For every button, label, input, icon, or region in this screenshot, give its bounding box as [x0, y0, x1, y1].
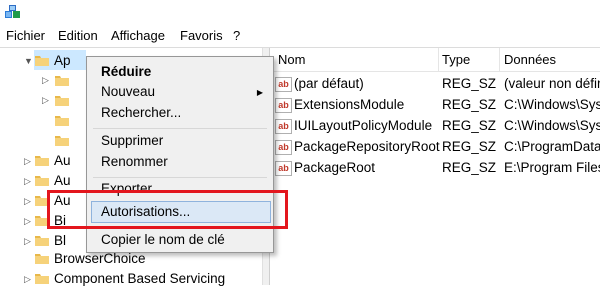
folder-icon [35, 253, 49, 264]
folder-icon [55, 75, 69, 86]
expand-icon[interactable]: ▷ [24, 176, 31, 187]
value-data: C:\Windows\Syst [504, 97, 600, 112]
title-bar [0, 0, 600, 24]
column-header-type[interactable]: Type [442, 52, 470, 67]
expand-icon[interactable]: ▷ [42, 95, 49, 106]
value-data: C:\ProgramData\ [504, 139, 600, 154]
tree-item[interactable] [54, 70, 74, 90]
string-value-icon: ab [275, 161, 292, 176]
expand-icon[interactable]: ▷ [24, 196, 31, 207]
list-item[interactable]: ab IUILayoutPolicyModule REG_SZ C:\Windo… [272, 116, 600, 137]
column-divider[interactable] [438, 48, 439, 72]
folder-icon [35, 195, 49, 206]
menu-separator [93, 177, 267, 178]
string-value-icon: ab [275, 140, 292, 155]
tree-item[interactable]: Au [34, 150, 71, 170]
menu-item-nouveau[interactable]: Nouveau [101, 84, 155, 99]
menu-item-reduire[interactable]: Réduire [101, 64, 151, 79]
tree-item-label: Au [54, 152, 71, 168]
tree-item-label: Bi [54, 212, 67, 228]
folder-icon [55, 135, 69, 146]
tree-item[interactable]: Bi [34, 210, 66, 230]
expand-icon[interactable]: ▷ [24, 274, 31, 285]
value-type: REG_SZ [442, 118, 497, 133]
tree-item[interactable]: Bl [34, 230, 66, 250]
menu-item-renommer[interactable]: Renommer [101, 154, 168, 169]
context-menu: Réduire Nouveau ▶ Rechercher... Supprime… [86, 56, 274, 253]
folder-icon [35, 175, 49, 186]
tree-item[interactable] [54, 90, 74, 110]
tree-item[interactable]: Au [34, 190, 71, 210]
tree-item[interactable]: Au [34, 170, 71, 190]
value-type: REG_SZ [442, 160, 497, 175]
folder-icon [35, 155, 49, 166]
tree-item-ap[interactable]: Ap [34, 50, 86, 70]
folder-icon [35, 215, 49, 226]
string-value-icon: ab [275, 98, 292, 113]
list-item[interactable]: ab PackageRepositoryRoot REG_SZ C:\Progr… [272, 137, 600, 158]
value-data: C:\Windows\Syst [504, 118, 600, 133]
menu-separator [93, 227, 267, 228]
folder-icon [55, 95, 69, 106]
column-divider[interactable] [499, 48, 500, 72]
list-item[interactable]: ab (par défaut) REG_SZ (valeur non défir [272, 74, 600, 95]
expand-icon[interactable]: ▷ [24, 236, 31, 247]
menu-fichier[interactable]: Fichier [6, 28, 45, 43]
menu-affichage[interactable]: Affichage [111, 28, 165, 43]
list-item[interactable]: ab PackageRoot REG_SZ E:\Program Files\ [272, 158, 600, 179]
value-name: ExtensionsModule [294, 97, 405, 112]
value-name: PackageRepositoryRoot [294, 139, 440, 154]
tree-item-label: Ap [54, 52, 71, 68]
menu-item-rechercher[interactable]: Rechercher... [101, 105, 181, 120]
tree-item[interactable] [54, 130, 74, 150]
menu-item-copier-nom-cle[interactable]: Copier le nom de clé [101, 232, 225, 247]
menu-item-exporter[interactable]: Exporter [101, 181, 152, 196]
menu-help[interactable]: ? [233, 28, 240, 43]
value-type: REG_SZ [442, 76, 497, 91]
column-header-donnees[interactable]: Données [504, 52, 556, 67]
value-data: E:\Program Files\ [504, 160, 600, 175]
list-item[interactable]: ab ExtensionsModule REG_SZ C:\Windows\Sy… [272, 95, 600, 116]
value-type: REG_SZ [442, 97, 497, 112]
tree-item-label: Bl [54, 232, 67, 248]
value-name: (par défaut) [294, 76, 364, 91]
column-header-nom[interactable]: Nom [278, 52, 305, 67]
tree-item-label: Au [54, 192, 71, 208]
collapse-icon[interactable]: ▼ [24, 56, 33, 66]
value-name: IUILayoutPolicyModule [294, 118, 433, 133]
value-data: (valeur non défir [504, 76, 600, 91]
expand-icon[interactable]: ▷ [24, 216, 31, 227]
string-value-icon: ab [275, 77, 292, 92]
tree-item-label: Component Based Servicing [54, 270, 226, 286]
folder-icon [35, 235, 49, 246]
string-value-icon: ab [275, 119, 292, 134]
tree-item-component-based-servicing[interactable]: Component Based Servicing [34, 268, 225, 288]
tree-item-label: Au [54, 172, 71, 188]
values-list-header: Nom Type Données [272, 48, 600, 72]
expand-icon[interactable]: ▷ [42, 75, 49, 86]
menu-favoris[interactable]: Favoris [180, 28, 223, 43]
value-type: REG_SZ [442, 139, 497, 154]
folder-icon [55, 115, 69, 126]
menu-bar: Fichier Edition Affichage Favoris ? [0, 24, 600, 48]
regedit-app-icon [5, 5, 20, 18]
expand-icon[interactable]: ▷ [24, 156, 31, 167]
menu-edition[interactable]: Edition [58, 28, 98, 43]
menu-separator [93, 128, 267, 129]
submenu-arrow-icon: ▶ [256, 88, 263, 97]
folder-icon [35, 55, 49, 66]
menu-item-supprimer[interactable]: Supprimer [101, 133, 163, 148]
value-name: PackageRoot [294, 160, 376, 175]
menu-item-autorisations[interactable]: Autorisations... [101, 204, 190, 219]
tree-item[interactable] [54, 110, 74, 130]
folder-icon [35, 273, 49, 284]
